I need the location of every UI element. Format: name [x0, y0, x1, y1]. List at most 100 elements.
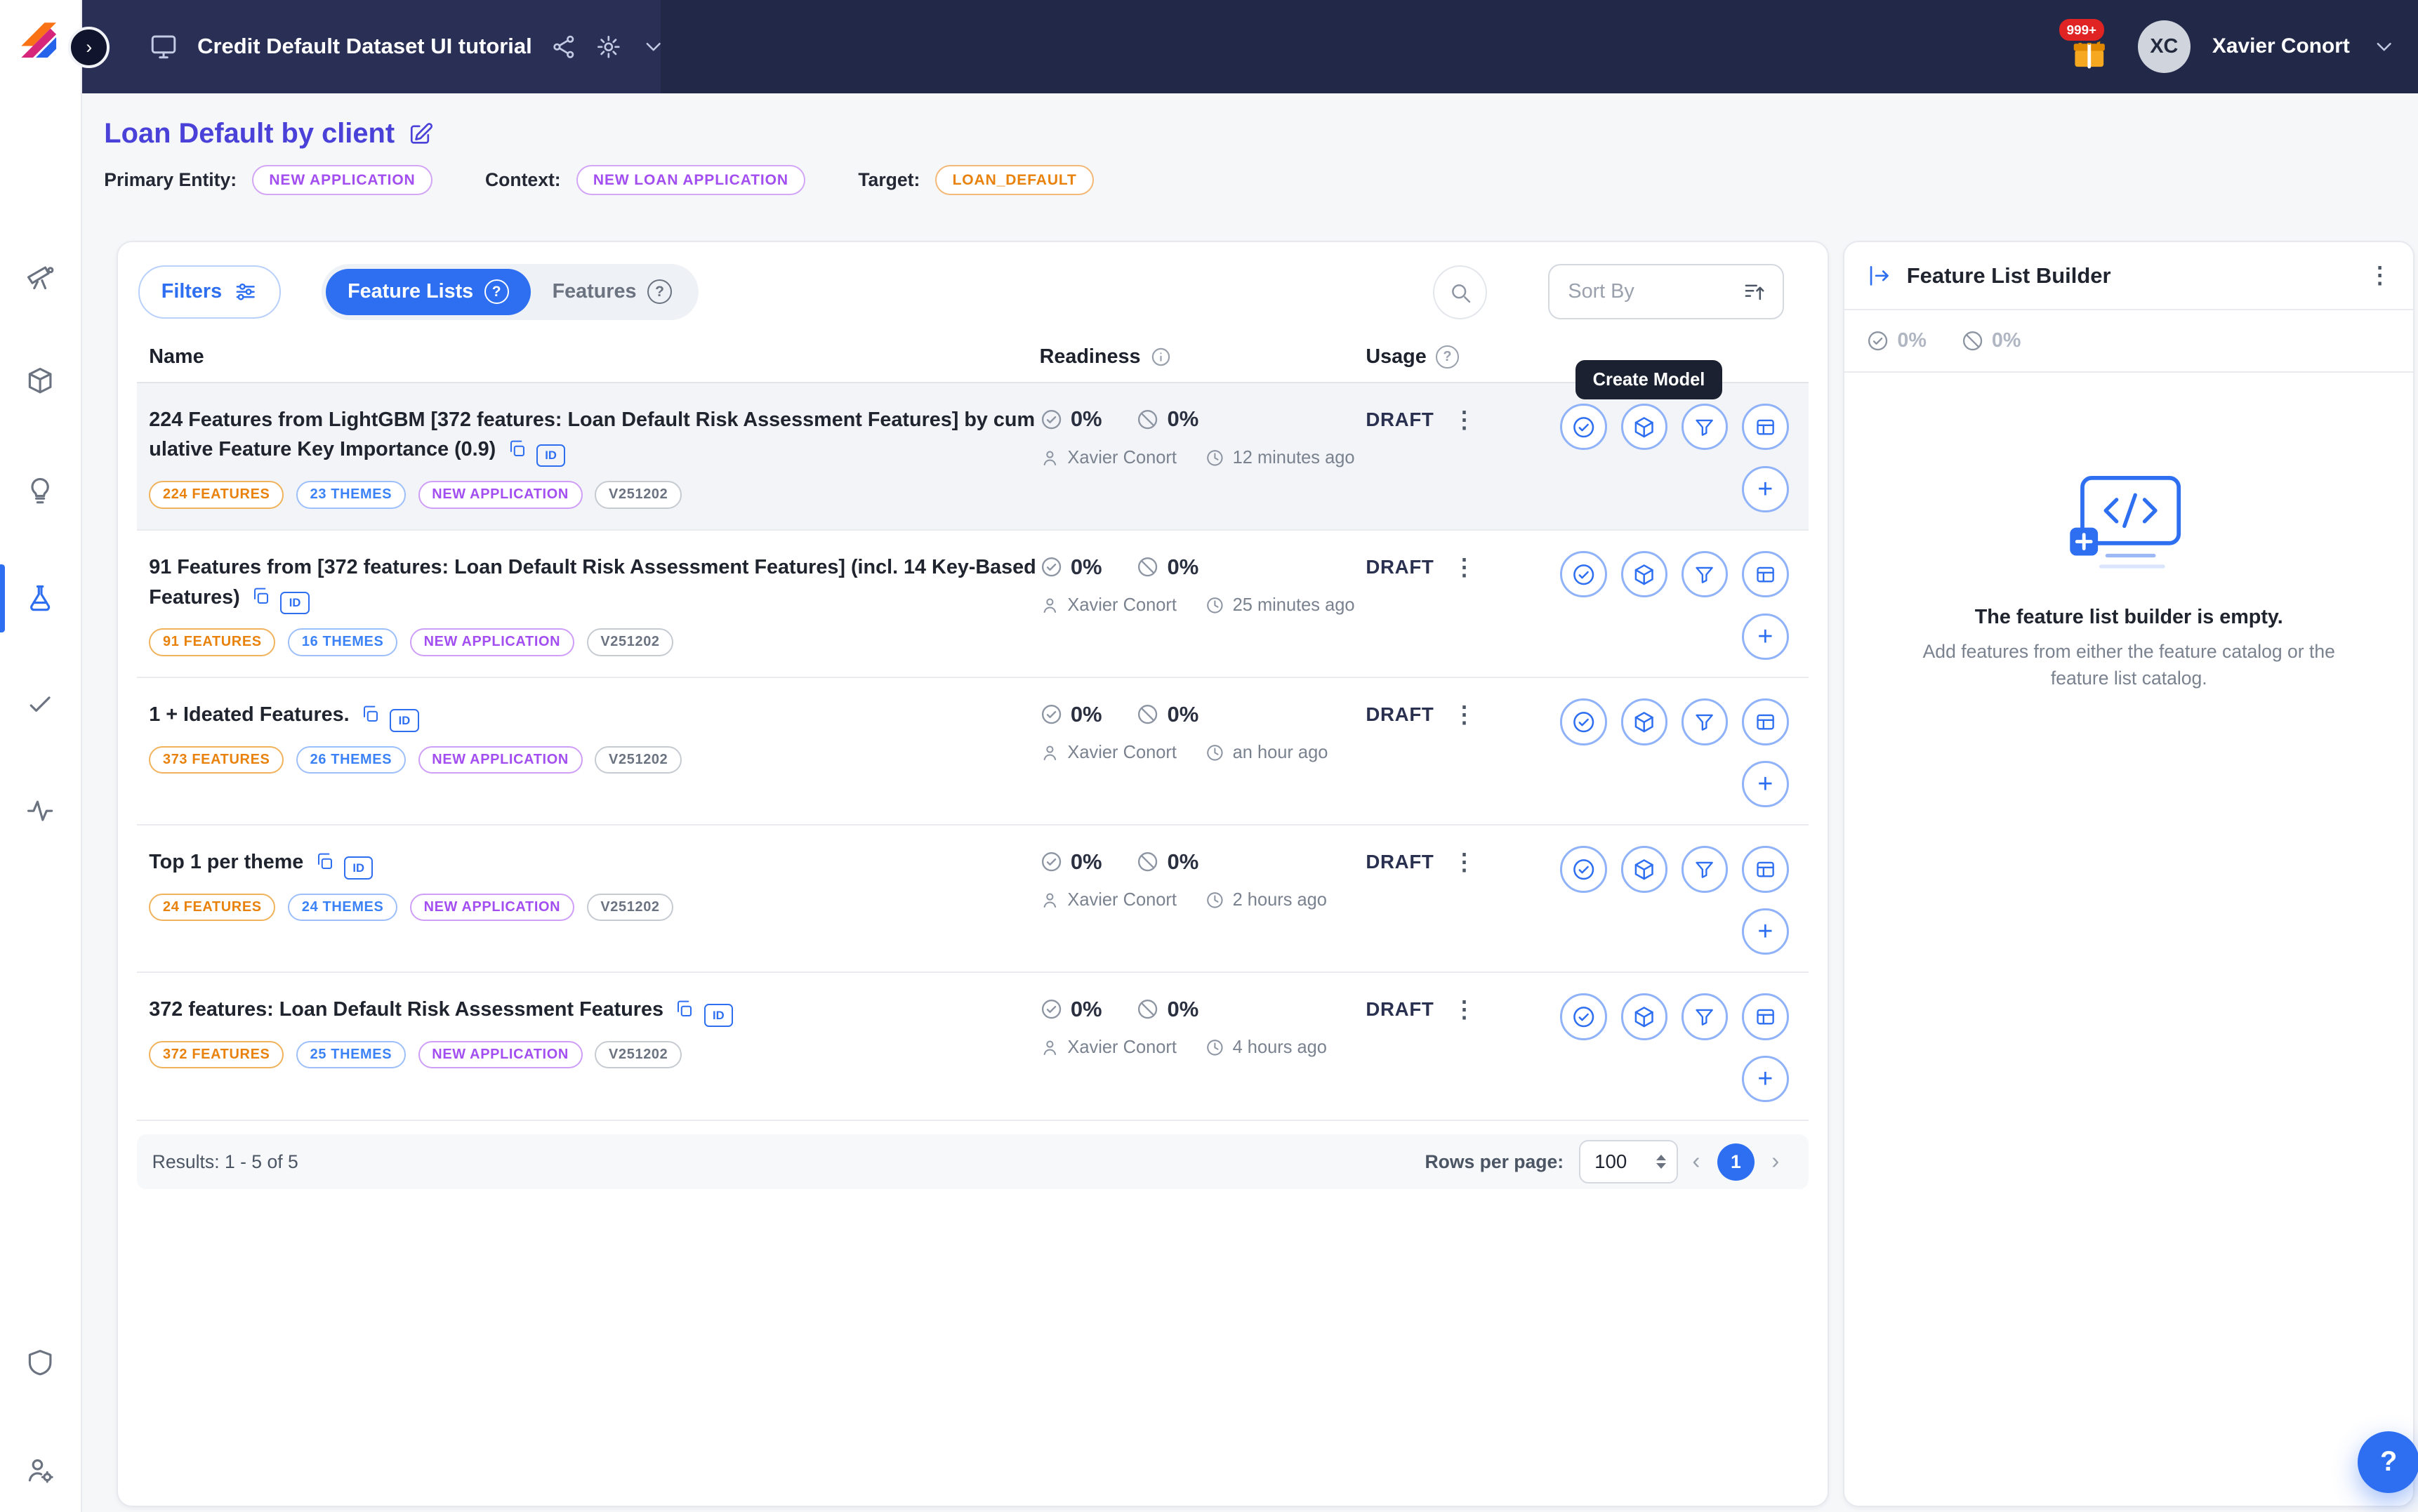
table-row[interactable]: 1 + Ideated Features.ID 373 FEATURES 26 … [137, 678, 1809, 825]
sidebar-item-monitoring[interactable] [0, 791, 81, 832]
edit-title-button[interactable] [407, 121, 434, 147]
info-icon[interactable] [1150, 346, 1172, 368]
themes-count-pill: 25 THEMES [296, 1041, 406, 1068]
table-row[interactable]: 91 Features from [372 features: Loan Def… [137, 531, 1809, 678]
sidebar-item-catalog[interactable] [0, 361, 81, 402]
project-chevron-down-icon[interactable] [641, 34, 666, 59]
search-button[interactable] [1433, 265, 1487, 319]
row-menu-button[interactable]: ⋮ [1453, 409, 1476, 432]
cube-icon [1632, 1004, 1656, 1029]
copy-icon[interactable] [507, 439, 527, 459]
id-icon[interactable]: ID [536, 444, 566, 467]
rows-per-page-input[interactable]: 100 [1579, 1140, 1678, 1183]
add-to-builder-button[interactable]: + [1742, 908, 1788, 955]
create-model-button[interactable] [1621, 698, 1667, 745]
settings-gear-icon[interactable] [595, 34, 622, 60]
usage-percent: 0% [1168, 406, 1199, 432]
primary-entity-label: Primary Entity: [104, 169, 237, 191]
open-table-button[interactable] [1742, 404, 1788, 450]
create-model-button[interactable] [1621, 846, 1667, 892]
create-model-button[interactable] [1621, 551, 1667, 597]
help-circle-icon[interactable]: ? [1436, 345, 1459, 369]
previous-page-button[interactable]: ‹ [1678, 1148, 1714, 1175]
create-model-button[interactable] [1621, 404, 1667, 450]
mark-ready-button[interactable] [1560, 551, 1606, 597]
filter-button[interactable] [1682, 698, 1728, 745]
copy-icon[interactable] [251, 586, 271, 606]
table-row[interactable]: Top 1 per themeID 24 FEATURES 24 THEMES … [137, 825, 1809, 973]
readiness-percent: 0% [1071, 997, 1102, 1022]
stepper-icons[interactable] [1656, 1155, 1677, 1169]
readiness-percent: 0% [1071, 849, 1102, 875]
user-menu-chevron-icon[interactable] [2372, 34, 2396, 59]
page-title: Loan Default by client [104, 118, 395, 150]
entity-pill: NEW APPLICATION [410, 894, 574, 921]
row-menu-button[interactable]: ⋮ [1453, 998, 1476, 1021]
cube-icon [1632, 562, 1656, 587]
help-circle-icon[interactable]: ? [484, 279, 509, 304]
add-to-builder-button[interactable]: + [1742, 614, 1788, 660]
readiness-check-icon [1040, 555, 1063, 578]
help-circle-icon[interactable]: ? [647, 279, 672, 304]
entity-pill: NEW APPLICATION [418, 1041, 583, 1068]
row-menu-button[interactable]: ⋮ [1453, 703, 1476, 727]
sort-by-field[interactable] [1548, 264, 1784, 319]
mark-ready-button[interactable] [1560, 698, 1606, 745]
open-table-button[interactable] [1742, 846, 1788, 892]
create-model-button[interactable] [1621, 993, 1667, 1040]
filters-button[interactable]: Filters [138, 265, 281, 318]
feature-list-name: 1 + Ideated Features. [149, 703, 349, 726]
copy-icon[interactable] [360, 704, 381, 724]
add-to-builder-button[interactable]: + [1742, 761, 1788, 807]
copy-icon[interactable] [674, 999, 694, 1019]
sort-by-input[interactable] [1550, 280, 1742, 303]
filter-button[interactable] [1682, 993, 1728, 1040]
add-to-builder-button[interactable]: + [1742, 466, 1788, 512]
table-row[interactable]: 224 Features from LightGBM [372 features… [137, 383, 1809, 531]
open-table-button[interactable] [1742, 698, 1788, 745]
sidebar-item-approvals[interactable] [0, 684, 81, 724]
id-icon[interactable]: ID [344, 856, 374, 880]
id-icon[interactable]: ID [390, 709, 419, 732]
sidebar-item-experiment[interactable] [0, 578, 81, 618]
status-badge: DRAFT [1366, 998, 1434, 1021]
filter-button[interactable] [1682, 404, 1728, 450]
filter-button[interactable] [1682, 846, 1728, 892]
page-number-button[interactable]: 1 [1717, 1143, 1755, 1181]
mark-ready-button[interactable] [1560, 404, 1606, 450]
sidebar-item-security[interactable] [0, 1342, 81, 1383]
help-button[interactable]: ? [2358, 1431, 2418, 1494]
add-to-builder-button[interactable]: + [1742, 1056, 1788, 1102]
row-menu-button[interactable]: ⋮ [1453, 851, 1476, 874]
id-icon[interactable]: ID [704, 1004, 734, 1027]
row-menu-button[interactable]: ⋮ [1453, 556, 1476, 579]
sidebar-collapse-button[interactable]: › [68, 27, 110, 68]
filter-button[interactable] [1682, 551, 1728, 597]
table-row[interactable]: 372 features: Loan Default Risk Assessme… [137, 973, 1809, 1120]
features-count-pill: 24 FEATURES [149, 894, 275, 921]
next-page-button[interactable]: › [1757, 1148, 1793, 1175]
shield-icon [25, 1347, 55, 1378]
app-root: Credit Default Dataset UI tutorial 999+ … [0, 0, 2418, 1512]
mark-ready-button[interactable] [1560, 846, 1606, 892]
tab-feature-lists[interactable]: Feature Lists ? [326, 269, 530, 315]
open-table-button[interactable] [1742, 551, 1788, 597]
tab-features[interactable]: Features ? [531, 269, 694, 315]
notifications-button[interactable]: 999+ [2069, 20, 2115, 73]
telescope-icon [25, 260, 55, 291]
copy-icon[interactable] [315, 851, 335, 872]
sidebar-item-ideate[interactable] [0, 471, 81, 512]
sidebar-item-explore[interactable] [0, 255, 81, 296]
builder-menu-button[interactable]: ⋮ [2368, 264, 2391, 287]
id-icon[interactable]: ID [280, 592, 310, 615]
themes-count-pill: 26 THEMES [296, 746, 406, 774]
open-table-button[interactable] [1742, 993, 1788, 1040]
share-icon[interactable] [550, 34, 577, 60]
sidebar-item-user-settings[interactable] [0, 1450, 81, 1490]
entity-pill: NEW APPLICATION [418, 746, 583, 774]
avatar[interactable]: XC [2138, 20, 2191, 73]
funnel-icon [1693, 416, 1716, 439]
mark-ready-button[interactable] [1560, 993, 1606, 1040]
table-footer: Results: 1 - 5 of 5 Rows per page: 100 ‹… [137, 1134, 1809, 1188]
usage-slash-icon [1136, 703, 1159, 726]
